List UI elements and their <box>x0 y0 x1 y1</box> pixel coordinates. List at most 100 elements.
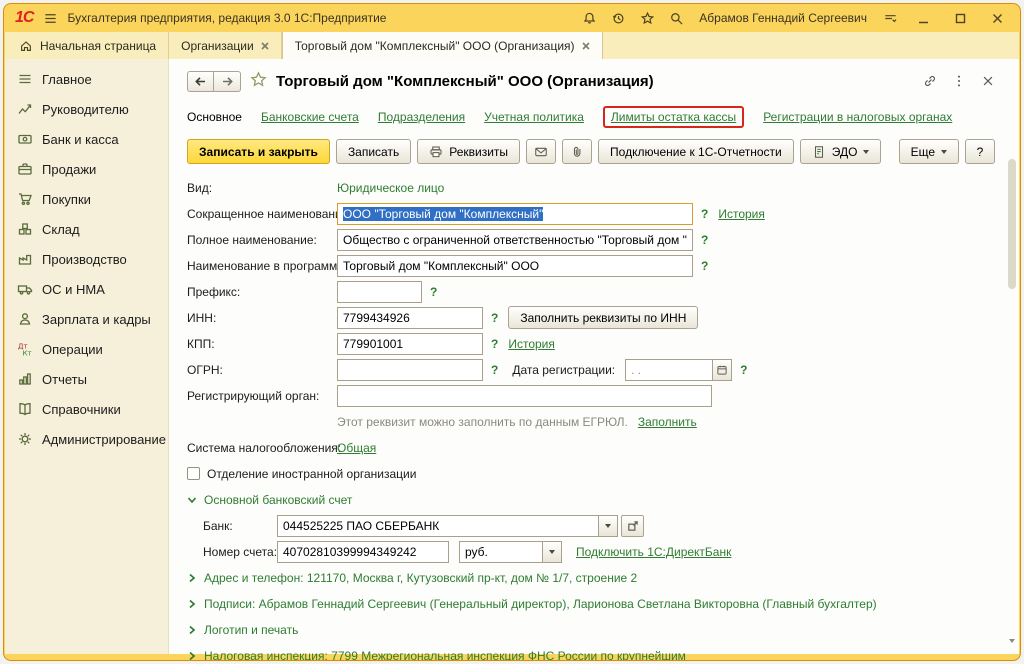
sidebar-item-administrirovanie[interactable]: Администрирование <box>5 424 168 454</box>
chart-line-icon <box>17 101 33 117</box>
reports-bars-icon <box>17 371 33 387</box>
attachments-button[interactable] <box>562 139 592 164</box>
help-question-icon[interactable]: ? <box>740 363 747 377</box>
search-icon[interactable] <box>668 10 684 26</box>
send-email-button[interactable] <box>526 139 556 164</box>
kind-value-link[interactable]: Юридическое лицо <box>337 181 444 195</box>
egrul-hint-text: Этот реквизит можно заполнить по данным … <box>337 415 628 429</box>
help-question-icon[interactable]: ? <box>701 207 708 221</box>
sidebar-item-glavnoe[interactable]: Главное <box>5 64 168 94</box>
help-question-icon[interactable]: ? <box>701 233 708 247</box>
sidebar-item-operacii[interactable]: Дт Кт Операции <box>5 334 168 364</box>
program-name-input[interactable] <box>337 255 693 277</box>
close-tab-icon[interactable] <box>582 42 590 50</box>
history-icon[interactable] <box>610 10 626 26</box>
main-menu-icon[interactable] <box>42 10 58 26</box>
short-name-history-link[interactable]: История <box>718 207 765 221</box>
dropdown-chevron-icon[interactable] <box>543 541 562 563</box>
help-question-icon[interactable]: ? <box>491 363 498 377</box>
tab-home[interactable]: Начальная страница <box>7 32 169 59</box>
1c-reporting-button[interactable]: Подключение к 1С-Отчетности <box>598 139 794 164</box>
minimize-icon[interactable] <box>911 9 935 27</box>
full-name-label: Полное наименование: <box>187 233 337 247</box>
notifications-bell-icon[interactable] <box>581 10 597 26</box>
help-question-icon[interactable]: ? <box>491 337 498 351</box>
full-name-input[interactable] <box>337 229 693 251</box>
prefix-label: Префикс: <box>187 285 337 299</box>
save-button[interactable]: Записать <box>336 139 411 164</box>
nav-link-accounting-policy[interactable]: Учетная политика <box>484 110 584 124</box>
prefix-input[interactable] <box>337 281 422 303</box>
scroll-down-arrow-icon[interactable] <box>1008 636 1016 646</box>
signatures-section-toggle[interactable]: Подписи: Абрамов Геннадий Сергеевич (Ген… <box>187 592 995 615</box>
tab-organization-card[interactable]: Торговый дом "Комплексный" ООО (Организа… <box>282 32 603 59</box>
favorites-star-icon[interactable] <box>639 10 655 26</box>
help-question-icon[interactable]: ? <box>491 311 498 325</box>
more-button[interactable]: Еще <box>899 139 959 164</box>
help-question-icon[interactable]: ? <box>701 259 708 273</box>
details-print-button[interactable]: Реквизиты <box>417 139 520 164</box>
panel-settings-icon[interactable] <box>882 10 898 26</box>
tab-organizations[interactable]: Организации <box>169 32 282 59</box>
sidebar-item-bank-i-kassa[interactable]: Банк и касса <box>5 124 168 154</box>
help-question-icon[interactable]: ? <box>430 285 437 299</box>
app-title: Бухгалтерия предприятия, редакция 3.0 1С… <box>67 11 386 25</box>
sidebar-item-otchety[interactable]: Отчеты <box>5 364 168 394</box>
tab-label: Торговый дом "Комплексный" ООО (Организа… <box>295 39 575 53</box>
sidebar-item-pokupki[interactable]: Покупки <box>5 184 168 214</box>
calendar-icon[interactable] <box>713 359 732 381</box>
sidebar-item-sklad[interactable]: Склад <box>5 214 168 244</box>
close-window-icon[interactable] <box>985 9 1009 27</box>
nav-link-subdivisions[interactable]: Подразделения <box>378 110 465 124</box>
sidebar-item-proizvodstvo[interactable]: Производство <box>5 244 168 274</box>
favorite-star-icon[interactable] <box>250 71 267 91</box>
ogrn-input[interactable] <box>337 359 483 381</box>
sidebar-item-zarplata-i-kadry[interactable]: Зарплата и кадры <box>5 304 168 334</box>
address-section-toggle[interactable]: Адрес и телефон: 121170, Москва г, Кутуз… <box>187 566 995 589</box>
logo-stamp-section-toggle[interactable]: Логотип и печать <box>187 618 995 641</box>
titlebar-actions: Абрамов Геннадий Сергеевич <box>581 9 1009 27</box>
administration-gear-icon <box>17 431 33 447</box>
tax-system-value-link[interactable]: Общая <box>337 441 376 455</box>
sidebar-item-rukovoditelyu[interactable]: Руководителю <box>5 94 168 124</box>
help-button[interactable]: ? <box>965 139 995 164</box>
get-link-icon[interactable] <box>923 74 937 88</box>
sidebar-item-spravochniki[interactable]: Справочники <box>5 394 168 424</box>
bank-input[interactable] <box>277 515 599 537</box>
nav-link-osnovnoe[interactable]: Основное <box>187 110 242 124</box>
directbank-link[interactable]: Подключить 1С:ДиректБанк <box>576 545 731 559</box>
nav-link-bank-accounts[interactable]: Банковские счета <box>261 110 359 124</box>
tax-inspection-section-toggle[interactable]: Налоговая инспекция: 7799 Межрегиональна… <box>187 644 995 661</box>
close-tab-icon[interactable] <box>261 42 269 50</box>
edo-button[interactable]: ЭДО <box>800 139 882 164</box>
short-name-input[interactable]: ООО "Торговый дом "Комплексный" <box>337 203 693 225</box>
reg-date-input[interactable] <box>625 359 713 381</box>
nav-link-cash-limits[interactable]: Лимиты остатка кассы <box>611 110 736 124</box>
account-number-input[interactable] <box>277 541 449 563</box>
tax-system-label: Система налогообложения: <box>187 441 337 455</box>
kpp-input[interactable] <box>337 333 483 355</box>
currency-input[interactable] <box>459 541 543 563</box>
more-menu-kebab-icon[interactable] <box>952 74 966 88</box>
save-and-close-button[interactable]: Записать и закрыть <box>187 139 330 164</box>
close-form-icon[interactable] <box>981 74 995 88</box>
fill-by-inn-button[interactable]: Заполнить реквизиты по ИНН <box>508 306 698 329</box>
maximize-icon[interactable] <box>948 9 972 27</box>
chevron-down-icon <box>187 495 197 505</box>
back-button[interactable] <box>187 71 214 92</box>
inn-input[interactable] <box>337 307 483 329</box>
scrollbar-thumb[interactable] <box>1008 159 1016 289</box>
sidebar-item-os-i-nma[interactable]: ОС и НМА <box>5 274 168 304</box>
current-user[interactable]: Абрамов Геннадий Сергеевич <box>699 11 867 25</box>
bank-account-section-toggle[interactable]: Основной банковский счет <box>187 488 995 511</box>
kpp-history-link[interactable]: История <box>508 337 555 351</box>
open-bank-icon[interactable] <box>621 515 644 537</box>
reg-org-input[interactable] <box>337 385 712 407</box>
forward-button[interactable] <box>214 71 241 92</box>
page-title: Торговый дом "Комплексный" ООО (Организа… <box>276 73 654 90</box>
sidebar-item-prodazhi[interactable]: Продажи <box>5 154 168 184</box>
fill-egrul-link[interactable]: Заполнить <box>638 415 697 429</box>
nav-link-tax-registrations[interactable]: Регистрации в налоговых органах <box>763 110 952 124</box>
dropdown-chevron-icon[interactable] <box>599 515 618 537</box>
foreign-org-checkbox[interactable] <box>187 467 200 480</box>
